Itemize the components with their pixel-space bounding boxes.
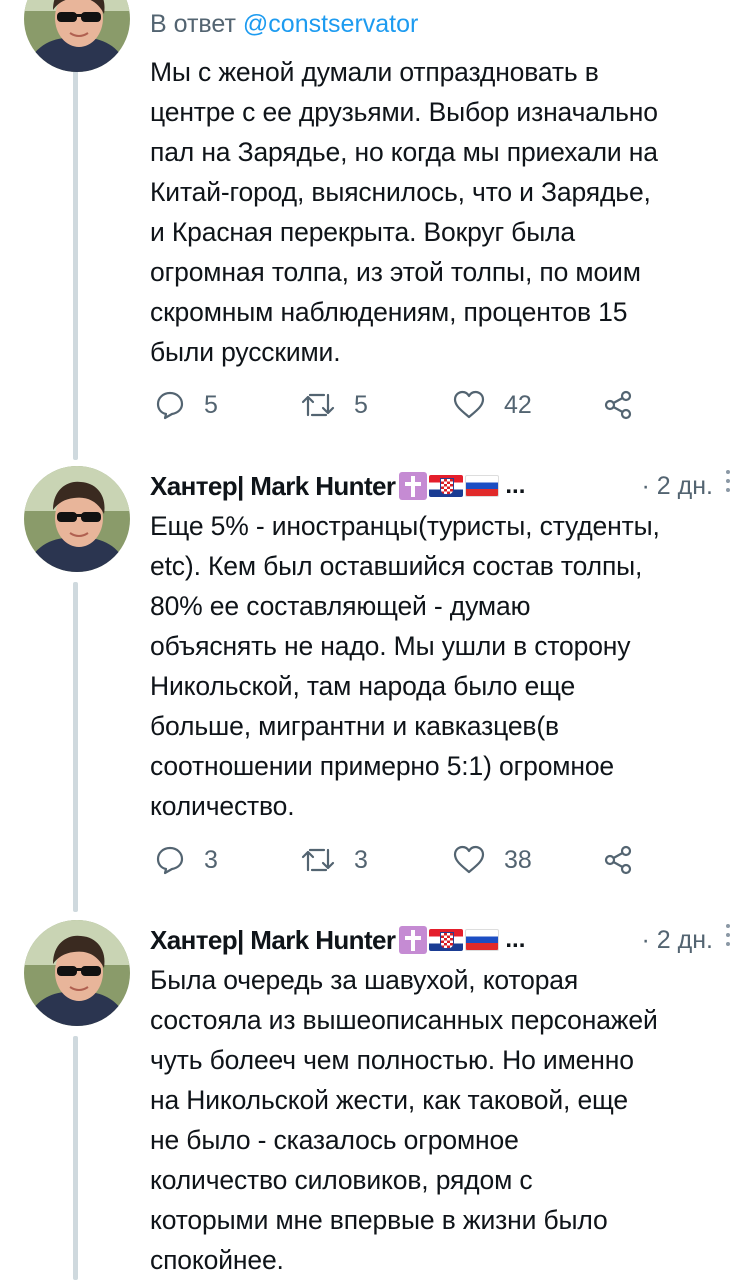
reply-button[interactable]: 5 [154,385,218,425]
retweet-count: 5 [354,390,368,419]
share-icon [604,390,632,420]
tweet-text-line: 80% ее составляющей - думаю [150,591,531,621]
author-badges [399,472,500,500]
reply-count: 3 [204,845,218,874]
tweet-text-line: etc). Кем был оставшийся состав толпы, [150,551,643,581]
tweet[interactable]: Хантер| Mark Hunter ... · 2 дн. Была оче… [0,914,753,1280]
name-truncation: ... [505,472,526,499]
tweet-text-line: объяснять не надо. Мы ушли в сторону [150,631,631,661]
retweet-button[interactable]: 3 [300,840,368,880]
reply-bubble-icon [156,391,184,420]
tweet-text-line: Мы с женой думали отпраздновать в [150,57,599,87]
tweet-text-line: пал на Зарядье, но когда мы приехали на [150,137,658,167]
tweet-text-line: спокойнее. [150,1245,284,1275]
tweet-text-line: количество силовиков, рядом с [150,1165,533,1195]
retweet-icon [301,848,335,872]
tweet-header: Хантер| Mark Hunter ... · 2 дн. [150,920,735,960]
heart-icon [453,845,485,874]
tweet-text-line: и Красная перекрыта. Вокруг была [150,217,576,247]
reply-button[interactable]: 3 [154,840,218,880]
like-count: 42 [504,390,532,419]
tweet-text-line: которыми мне впервые в жизни было [150,1205,608,1235]
reply-to-prefix: В ответ [150,10,236,38]
like-button[interactable]: 38 [452,840,532,880]
tweet-text-line: центре с ее друзьями. Выбор изначально [150,97,658,127]
orthodox-cross-badge [399,926,428,954]
reply-count: 5 [204,390,218,419]
russia-flag [465,929,500,951]
avatar[interactable] [24,0,130,72]
tweet-text-line: Китай-город, выяснилось, что и Зарядье, [150,177,651,207]
tweet-text-line: скромным наблюдениям, процентов 15 [150,297,628,327]
tweet-time[interactable]: · 2 дн. [642,926,713,955]
reply-bubble-icon [156,846,184,875]
tweet-text-line: огромная толпа, из этой толпы, по моим [150,257,641,287]
more-vertical-icon[interactable] [725,470,731,496]
tweet-actions: 3 3 38 [150,840,650,880]
tweet-text: Мы с женой думали отпраздновать в центре… [150,52,735,372]
tweet-text-line: Еще 5% - иностранцы(туристы, студенты, [150,511,660,541]
share-icon [604,845,632,875]
tweet-text-line: чуть болееч чем полностью. Но именно [150,1045,634,1075]
author-name[interactable]: Хантер| Mark Hunter [150,471,396,502]
croatia-flag [429,929,464,951]
reply-to-handle-link[interactable]: @constservator [243,10,418,38]
reply-to-line: В ответ @constservator [150,10,418,39]
tweet-text: Еще 5% - иностранцы(туристы, студенты, e… [150,506,735,826]
share-button[interactable] [602,385,634,425]
russia-flag [465,475,500,497]
tweet-time[interactable]: · 2 дн. [642,472,713,501]
tweet-text-line: на Никольской жести, как таковой, еще [150,1085,628,1115]
like-count: 38 [504,845,532,874]
name-truncation: ... [505,926,526,953]
tweet-text-line: не было - сказалось огромное [150,1125,519,1155]
tweet-actions: 5 5 42 [150,385,650,425]
heart-icon [453,390,485,419]
croatia-flag [429,475,464,497]
author-name[interactable]: Хантер| Mark Hunter [150,925,396,956]
tweet-text-line: были русскими. [150,337,341,367]
tweet-text-line: состояла из вышеописанных персонажей [150,1005,658,1035]
author-badges [399,926,500,954]
tweet-text-line: соотношении примерно 5:1) огромное [150,751,615,781]
tweet-text: Была очередь за шавухой, которая состоял… [150,960,735,1280]
tweet[interactable]: В ответ @constservator Мы с женой думали… [0,0,753,440]
tweet-text-line: Была очередь за шавухой, которая [150,965,579,995]
avatar[interactable] [24,466,130,572]
orthodox-cross-badge [399,472,428,500]
avatar[interactable] [24,920,130,1026]
more-vertical-icon[interactable] [725,924,731,950]
tweet[interactable]: Хантер| Mark Hunter ... · 2 дн. Еще 5% -… [0,460,753,910]
tweet-text-line: количество. [150,791,295,821]
retweet-button[interactable]: 5 [300,385,368,425]
tweet-text-line: Никольской, там народа было еще [150,671,576,701]
like-button[interactable]: 42 [452,385,532,425]
tweet-text-line: больше, мигрантни и кавказцев(в [150,711,559,741]
retweet-icon [301,393,335,417]
tweet-header: Хантер| Mark Hunter ... · 2 дн. [150,466,735,506]
share-button[interactable] [602,840,634,880]
retweet-count: 3 [354,845,368,874]
